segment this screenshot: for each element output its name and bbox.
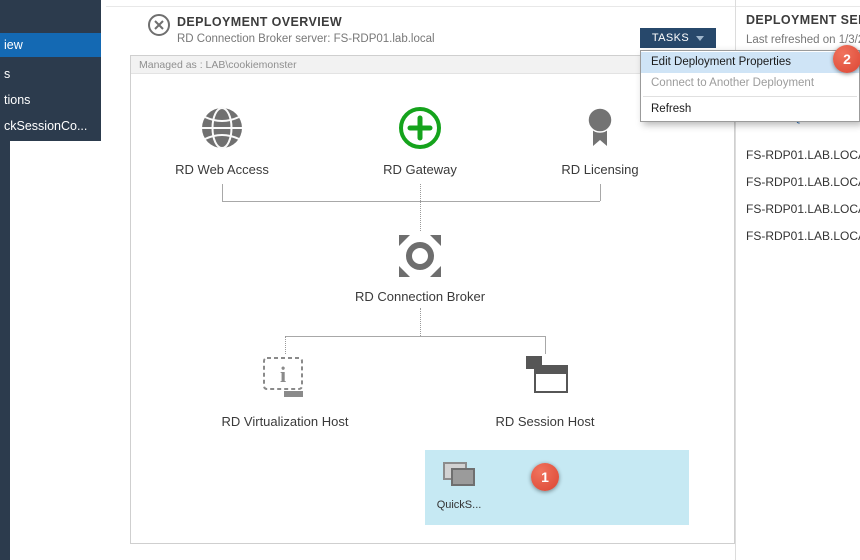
chevron-down-icon (696, 36, 704, 41)
sidebar-item-quicksessioncollection[interactable]: ckSessionCo... (0, 114, 101, 138)
collection-name-label: QuickS... (426, 499, 492, 511)
broker-server-subtitle: RD Connection Broker server: FS-RDP01.la… (177, 33, 435, 45)
rd-session-host-label: RD Session Host (445, 414, 645, 429)
tasks-button-label: TASKS (652, 32, 689, 44)
rd-gateway-node[interactable] (396, 106, 444, 154)
broker-arrows-ring-icon (393, 229, 447, 288)
rd-web-access-node[interactable] (198, 106, 246, 154)
server-row[interactable]: FS-RDP01.LAB.LOCAL (746, 202, 860, 216)
connector-webaccess-stub (222, 184, 223, 201)
globe-icon (198, 104, 246, 157)
menu-item-connect-to-another-deployment: Connect to Another Deployment (641, 73, 859, 94)
rd-web-access-label: RD Web Access (142, 162, 302, 177)
connector-licensing-stub (600, 184, 601, 201)
server-manager-window: iew s tions ckSessionCo... DEPLOYMENT OV… (0, 0, 860, 560)
virtualization-host-icon: i (259, 354, 311, 407)
rd-virtualization-host-label: RD Virtualization Host (185, 414, 385, 429)
connector-to-broker (420, 201, 421, 231)
annotation-badge-2: 2 (833, 45, 860, 73)
connector-virthost-stub (285, 336, 286, 354)
tasks-dropdown-menu: Edit Deployment Properties Connect to An… (640, 50, 860, 122)
menu-item-edit-deployment-properties[interactable]: Edit Deployment Properties (641, 52, 859, 73)
sidebar-item-collections[interactable]: tions (0, 88, 101, 112)
server-row[interactable]: FS-RDP01.LAB.LOCAL (746, 229, 860, 243)
connector-top-horizontal (222, 201, 600, 202)
tasks-button[interactable]: TASKS (640, 28, 716, 48)
rd-licensing-label: RD Licensing (520, 162, 680, 177)
server-row[interactable]: FS-RDP01.LAB.LOCAL (746, 175, 860, 189)
rd-connection-broker-label: RD Connection Broker (320, 289, 520, 304)
rd-gateway-label: RD Gateway (340, 162, 500, 177)
rd-virtualization-host-node[interactable]: i (259, 356, 311, 404)
rd-connection-broker-node[interactable] (393, 231, 447, 285)
connector-from-broker (420, 308, 421, 336)
menu-item-refresh[interactable]: Refresh (641, 99, 859, 120)
annotation-badge-1: 1 (531, 463, 559, 491)
server-row[interactable]: FS-RDP01.LAB.LOCAL (746, 148, 860, 162)
rd-session-host-node[interactable] (518, 356, 572, 404)
svg-text:i: i (280, 362, 286, 387)
last-refreshed-text: Last refreshed on 1/3/2 (746, 34, 860, 46)
session-host-server-icon (518, 354, 572, 407)
panel-top-divider (106, 6, 860, 7)
license-ribbon-icon (576, 104, 624, 157)
connector-sessionhost-stub (545, 336, 546, 354)
collection-monitors-icon (440, 460, 480, 492)
page-title: DEPLOYMENT OVERVIEW (177, 15, 342, 29)
add-gateway-plus-icon (396, 104, 444, 157)
menu-separator (643, 96, 857, 97)
rd-licensing-node[interactable] (576, 106, 624, 154)
connector-gateway-stub (420, 184, 421, 201)
left-nav-rail (0, 141, 10, 560)
deployment-servers-title: DEPLOYMENT SERVERS (746, 13, 860, 27)
connector-bottom-horizontal (285, 336, 545, 337)
sidebar-item-servers[interactable]: s (0, 62, 101, 86)
deployment-overview-icon (147, 13, 171, 37)
sidebar-item-overview[interactable]: iew (0, 33, 101, 57)
